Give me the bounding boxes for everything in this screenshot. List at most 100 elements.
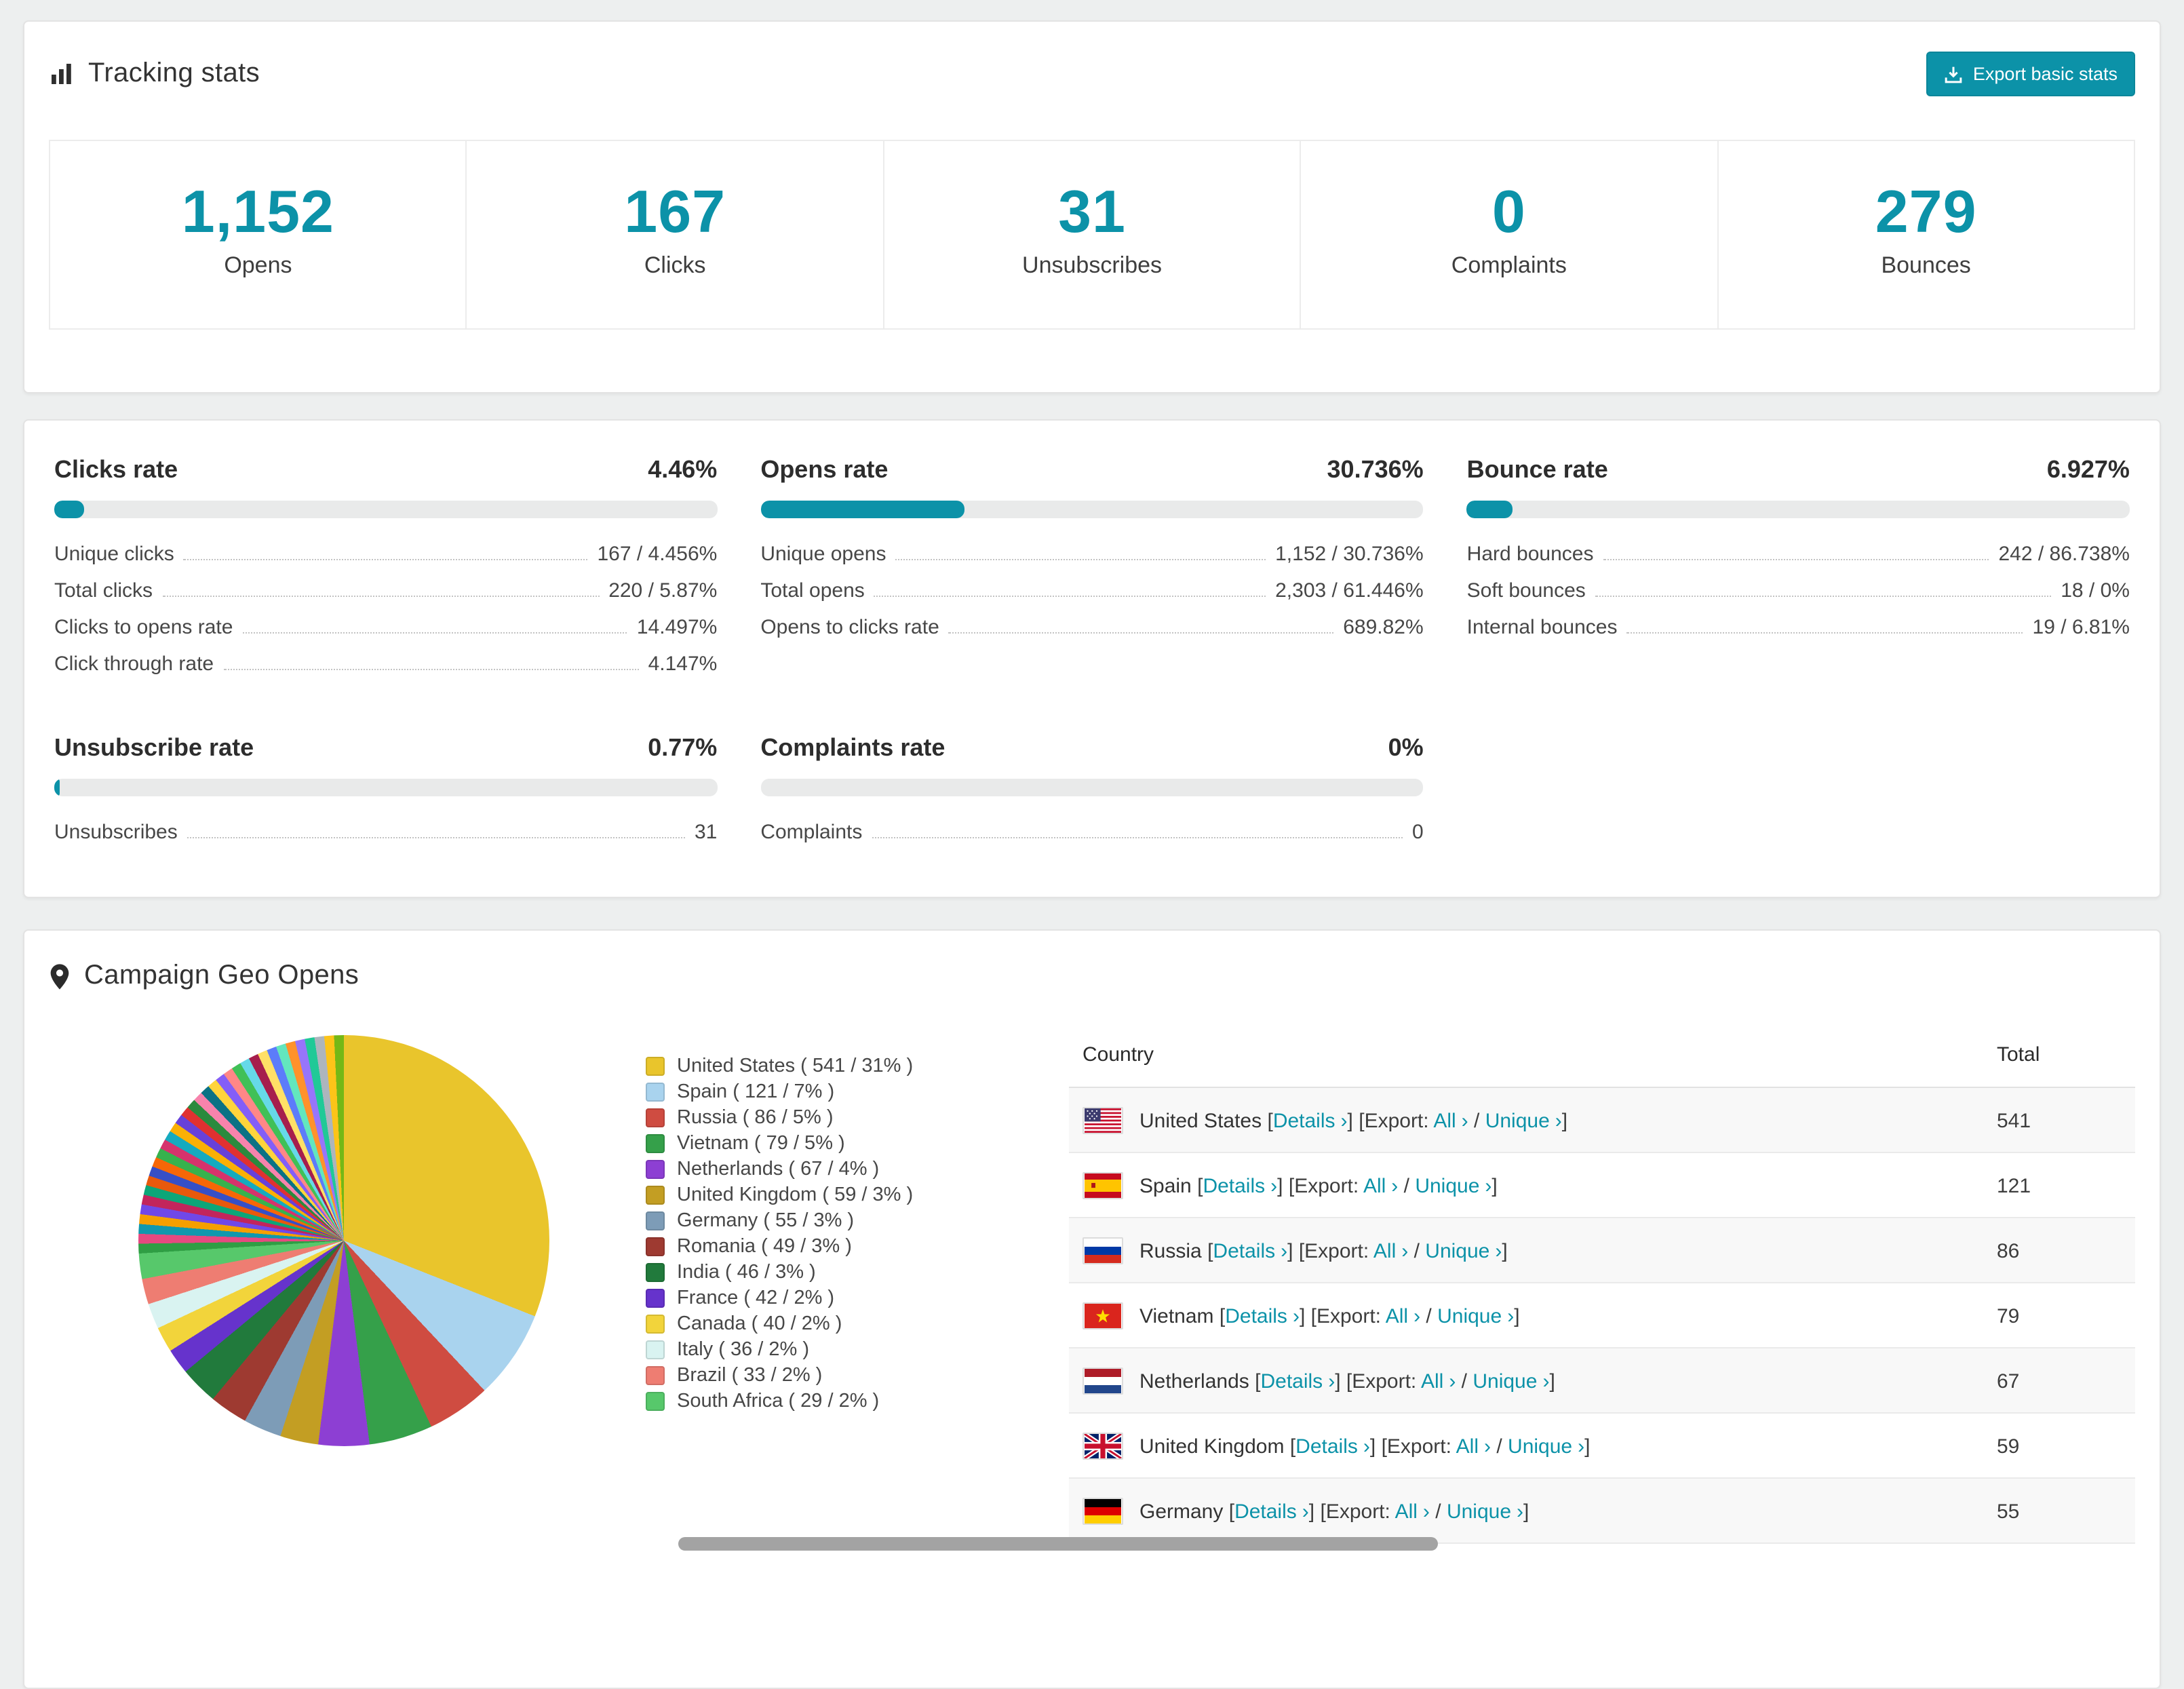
export-all-link[interactable]: All ›: [1386, 1305, 1420, 1328]
chevron-right-icon: ›: [1302, 1500, 1309, 1523]
rate-percent: 0.77%: [648, 734, 718, 761]
country-flag-icon: [1083, 1237, 1123, 1264]
rate-row: Soft bounces 18 / 0%: [1467, 572, 2130, 609]
details-link[interactable]: Details ›: [1295, 1435, 1370, 1458]
rate-panel: Clicks rate 4.46% Unique clicks 167 / 4.…: [54, 456, 718, 682]
legend-item: United States ( 541 / 31% ): [646, 1055, 1069, 1077]
legend-swatch: [646, 1134, 665, 1153]
rate-row-value: 1,152 / 30.736%: [1275, 543, 1424, 566]
export-all-link[interactable]: All ›: [1373, 1240, 1408, 1263]
total-column-header: Total: [1983, 1022, 2135, 1088]
export-unique-link[interactable]: Unique ›: [1485, 1110, 1562, 1133]
export-unique-link[interactable]: Unique ›: [1437, 1305, 1514, 1328]
country-total: 59: [1983, 1413, 2135, 1479]
geo-opens-header: Campaign Geo Opens: [49, 960, 2135, 992]
details-link[interactable]: Details ›: [1234, 1500, 1309, 1523]
stat-value: 279: [1875, 179, 1977, 246]
rate-percent: 4.46%: [648, 456, 718, 483]
rate-row-value: 18 / 0%: [2061, 579, 2130, 602]
rate-breakdown: Complaints 0: [760, 814, 1423, 851]
legend-label: United States ( 541 / 31% ): [677, 1055, 914, 1077]
export-unique-link[interactable]: Unique ›: [1415, 1175, 1491, 1198]
rate-row-label: Unsubscribes: [54, 821, 178, 844]
tracking-stats-card: Tracking stats Export basic stats 1,152 …: [23, 20, 2161, 393]
legend-label: Russia ( 86 / 5% ): [677, 1107, 834, 1129]
legend-item: Brazil ( 33 / 2% ): [646, 1365, 1069, 1386]
legend-swatch: [646, 1315, 665, 1334]
rates-card: Clicks rate 4.46% Unique clicks 167 / 4.…: [23, 419, 2161, 898]
export-basic-stats-label: Export basic stats: [1972, 64, 2118, 84]
rate-title: Opens rate: [760, 456, 889, 483]
export-all-link[interactable]: All ›: [1433, 1110, 1468, 1133]
country-flag-icon: [1083, 1107, 1123, 1134]
country-cell: Netherlands [Details ›] [Export: All › / U…: [1069, 1348, 1983, 1414]
details-link[interactable]: Details ›: [1273, 1110, 1348, 1133]
export-label: Export:: [1304, 1240, 1369, 1263]
rate-header: Unsubscribe rate 0.77%: [54, 734, 717, 762]
legend-item: South Africa ( 29 / 2% ): [646, 1391, 1069, 1412]
rate-progress-fill: [54, 779, 60, 796]
legend-label: Italy ( 36 / 2% ): [677, 1339, 810, 1361]
pie-column: [49, 1003, 646, 1544]
export-all-link[interactable]: All ›: [1421, 1370, 1456, 1393]
rate-panel: Bounce rate 6.927% Hard bounces 242 / 86…: [1466, 456, 2130, 682]
legend-item: Vietnam ( 79 / 5% ): [646, 1133, 1069, 1154]
legend-swatch: [646, 1366, 665, 1385]
rate-row-label: Internal bounces: [1466, 616, 1618, 639]
stat-label: Clicks: [644, 252, 706, 279]
details-link[interactable]: Details ›: [1225, 1305, 1300, 1328]
country-cell: United Kingdom [Details ›] [Export: All › …: [1069, 1413, 1983, 1479]
country-row: Spain [Details ›] [Export: All › / Unique ›…: [1069, 1152, 2135, 1218]
rate-row-label: Soft bounces: [1466, 579, 1586, 602]
country-row: Netherlands [Details ›] [Export: All › / U…: [1069, 1348, 2135, 1414]
rate-percent: 6.927%: [2046, 456, 2130, 483]
export-all-link[interactable]: All ›: [1456, 1435, 1491, 1458]
rate-row: Hard bounces 242 / 86.738%: [1467, 536, 2130, 572]
chevron-right-icon: ›: [1449, 1370, 1456, 1393]
details-link[interactable]: Details ›: [1260, 1370, 1335, 1393]
rate-breakdown: Hard bounces 242 / 86.738% Soft bounces …: [1467, 536, 2130, 646]
stat-box: 167 Clicks: [465, 140, 884, 330]
export-all-link[interactable]: All ›: [1363, 1175, 1398, 1198]
rate-row: Unsubscribes 31: [54, 814, 717, 851]
chevron-right-icon: ›: [1401, 1240, 1409, 1263]
details-link[interactable]: Details ›: [1213, 1240, 1287, 1263]
export-label: Export:: [1386, 1435, 1451, 1458]
rate-row-value: 4.147%: [648, 653, 718, 676]
chevron-right-icon: ›: [1485, 1175, 1492, 1198]
country-flag-icon: [1083, 1172, 1123, 1199]
export-label: Export:: [1316, 1305, 1382, 1328]
country-total: 121: [1983, 1152, 2135, 1218]
country-column-header: Country: [1069, 1022, 1983, 1088]
country-row: Vietnam [Details ›] [Export: All › / Uniqu…: [1069, 1283, 2135, 1348]
country-total: 541: [1983, 1087, 2135, 1153]
export-basic-stats-button[interactable]: Export basic stats: [1926, 52, 2135, 96]
export-unique-link[interactable]: Unique ›: [1508, 1435, 1584, 1458]
rate-panel: Unsubscribe rate 0.77% Unsubscribes 31: [54, 734, 718, 851]
chevron-right-icon: ›: [1422, 1500, 1430, 1523]
country-cell: Spain [Details ›] [Export: All › / Unique ›…: [1069, 1152, 1983, 1218]
legend-label: Spain ( 121 / 7% ): [677, 1081, 835, 1103]
stat-label: Complaints: [1451, 252, 1567, 279]
rates-grid: Clicks rate 4.46% Unique clicks 167 / 4.…: [54, 456, 2130, 851]
details-link[interactable]: Details ›: [1203, 1175, 1277, 1198]
export-all-link[interactable]: All ›: [1395, 1500, 1430, 1523]
tracking-stats-title: Tracking stats: [88, 58, 260, 88]
legend-swatch: [646, 1263, 665, 1282]
rate-row: Internal bounces 19 / 6.81%: [1467, 609, 2130, 646]
rate-row: Total clicks 220 / 5.87%: [54, 572, 717, 609]
legend-item: Italy ( 36 / 2% ): [646, 1339, 1069, 1361]
export-unique-link[interactable]: Unique ›: [1473, 1370, 1549, 1393]
rate-row-label: Opens to clicks rate: [760, 616, 939, 639]
dotted-leader: [162, 596, 600, 597]
export-unique-link[interactable]: Unique ›: [1447, 1500, 1523, 1523]
dotted-leader: [895, 559, 1266, 560]
chevron-right-icon: ›: [1328, 1370, 1335, 1393]
export-unique-link[interactable]: Unique ›: [1425, 1240, 1502, 1263]
country-name: Germany: [1139, 1500, 1224, 1523]
horizontal-scrollbar-thumb[interactable]: [678, 1537, 1438, 1551]
tracking-stats-header: Tracking stats Export basic stats: [49, 52, 2135, 96]
legend-swatch: [646, 1057, 665, 1076]
rate-percent: 30.736%: [1327, 456, 1424, 483]
geo-table-header-row: Country Total: [1069, 1022, 2135, 1088]
